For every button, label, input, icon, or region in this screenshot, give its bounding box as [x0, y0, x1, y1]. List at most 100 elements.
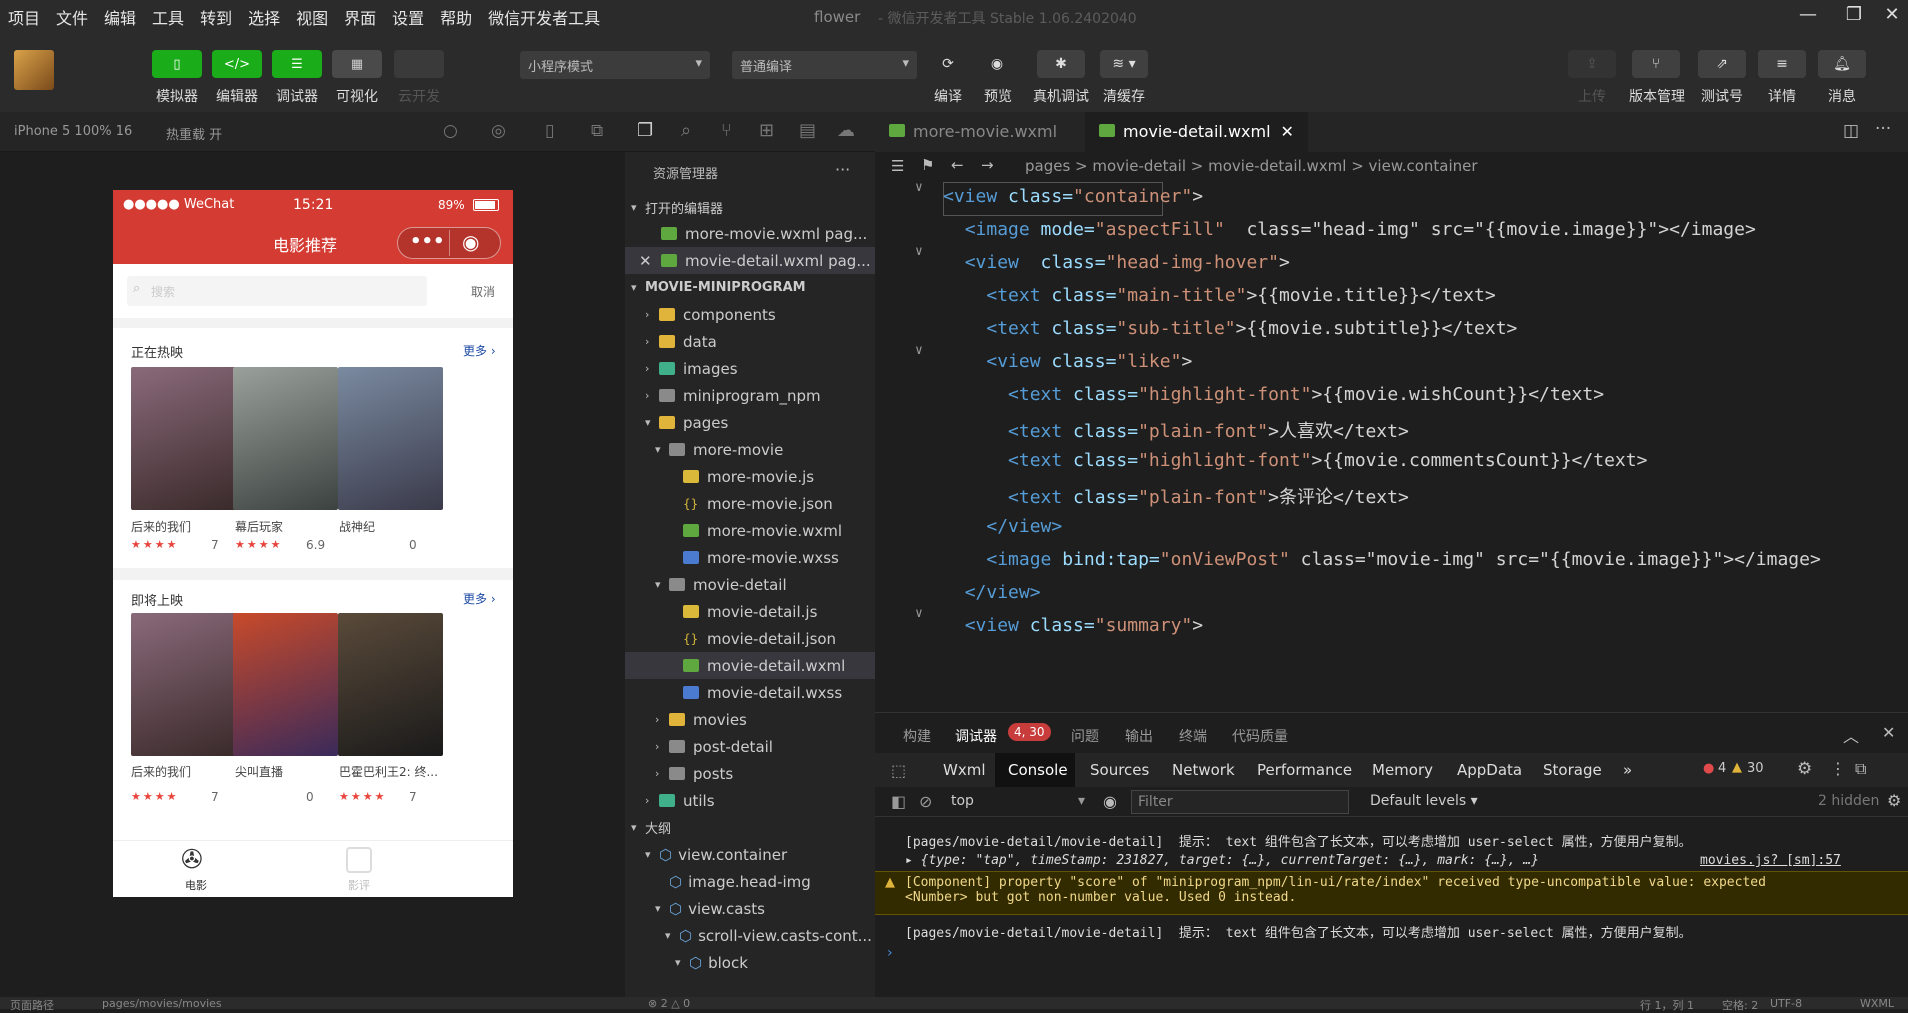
encoding[interactable]: UTF-8: [1770, 997, 1802, 1010]
tab-terminal[interactable]: 终端: [1179, 726, 1207, 746]
tab-problems[interactable]: 问题: [1071, 726, 1099, 746]
tree-folder[interactable]: › posts: [625, 760, 875, 787]
tab-movie-detail[interactable]: movie-detail.wxml ✕: [1085, 112, 1308, 152]
close-window-icon[interactable]: ✕: [1872, 4, 1908, 30]
code-line[interactable]: <image bind:tap="onViewPost" class="movi…: [943, 549, 1820, 570]
visual-button[interactable]: ▦: [332, 50, 382, 78]
tree-folder[interactable]: › post-detail: [625, 733, 875, 760]
mode-select[interactable]: 小程序模式 ▾: [520, 51, 710, 79]
forward-arrow-icon[interactable]: →: [981, 156, 994, 174]
fold-icon[interactable]: ∨: [915, 182, 923, 195]
panel-storage[interactable]: Storage: [1543, 761, 1602, 779]
restore-icon[interactable]: ❐: [1834, 4, 1874, 30]
page-path-value[interactable]: pages/movies/movies: [102, 997, 222, 1010]
simulator-button[interactable]: ▯: [152, 50, 202, 78]
tree-folder[interactable]: ▾ pages: [625, 409, 875, 436]
tree-file[interactable]: more-movie.wxss: [625, 544, 875, 571]
panel-network[interactable]: Network: [1172, 761, 1235, 779]
detail-button[interactable]: ≡: [1758, 50, 1806, 78]
source-link[interactable]: movies.js? [sm]:57: [1700, 853, 1841, 868]
search-icon[interactable]: ⌕: [681, 120, 691, 141]
movie-poster[interactable]: [233, 367, 338, 510]
reload-icon[interactable]: ○: [443, 121, 458, 141]
tab-more-movie[interactable]: more-movie.wxml: [875, 112, 1071, 152]
sidebar-toggle-icon[interactable]: ◧: [891, 792, 906, 811]
tree-folder[interactable]: › images: [625, 355, 875, 382]
code-line[interactable]: <text class="sub-title">{{movie.subtitle…: [943, 318, 1517, 339]
outline-item[interactable]: ▾ ⬡ scroll-view.casts-cont...: [625, 922, 875, 949]
inspect-icon[interactable]: ⬚: [891, 761, 906, 780]
fold-icon[interactable]: ∨: [915, 244, 923, 259]
console-object[interactable]: ▸ {type: "tap", timeStamp: 231827, targe…: [905, 853, 1539, 868]
compile-button[interactable]: ⟳: [924, 50, 972, 78]
panel-console[interactable]: Console: [1008, 761, 1068, 779]
tree-file[interactable]: {} more-movie.json: [625, 490, 875, 517]
eye-icon[interactable]: ◉: [1103, 792, 1117, 811]
debugger-button[interactable]: ☰: [272, 50, 322, 78]
problems-count[interactable]: ⊗ 2 △ 0: [648, 997, 690, 1010]
phone-frame-icon[interactable]: ▯: [545, 121, 554, 141]
movie-poster[interactable]: [131, 613, 236, 756]
code-line[interactable]: <text class="main-title">{{movie.title}}…: [943, 285, 1495, 306]
panel-performance[interactable]: Performance: [1257, 761, 1352, 779]
gear-icon[interactable]: ⚙: [1797, 759, 1812, 779]
breadcrumb-path[interactable]: pages > movie-detail > movie-detail.wxml…: [1025, 157, 1478, 175]
back-arrow-icon[interactable]: ←: [951, 156, 964, 174]
tree-file[interactable]: {} movie-detail.json: [625, 625, 875, 652]
outline-item[interactable]: ⬡ image.head-img: [625, 868, 875, 895]
panel-sources[interactable]: Sources: [1090, 761, 1149, 779]
menu-file[interactable]: 文件: [48, 5, 96, 29]
panel-memory[interactable]: Memory: [1372, 761, 1433, 779]
code-line[interactable]: <text class="plain-font">人喜欢</text>: [943, 417, 1409, 443]
list-icon[interactable]: ☰: [891, 157, 904, 175]
cloud-icon[interactable]: ☁: [837, 120, 855, 141]
avatar[interactable]: [14, 50, 54, 90]
code-line[interactable]: <view class="summary">: [943, 615, 1203, 636]
hot-reload-select[interactable]: 热重载 开: [166, 124, 222, 143]
menu-select[interactable]: 选择: [240, 5, 288, 29]
tree-folder[interactable]: › components: [625, 301, 875, 328]
fold-icon[interactable]: ∨: [915, 606, 923, 621]
menu-ui[interactable]: 界面: [336, 5, 384, 29]
clear-cache-button[interactable]: ≋ ▾: [1100, 50, 1148, 78]
panel-wxml[interactable]: Wxml: [943, 761, 986, 779]
tree-folder[interactable]: › data: [625, 328, 875, 355]
close-icon[interactable]: ✕: [639, 252, 661, 270]
outline-item[interactable]: ▾ ⬡ view.container: [625, 841, 875, 868]
files-icon[interactable]: ❐: [637, 120, 653, 141]
close-panel-icon[interactable]: ✕: [1882, 723, 1895, 742]
git-icon[interactable]: ⑂: [721, 120, 732, 141]
panel-appdata[interactable]: AppData: [1457, 761, 1522, 779]
more-actions-icon[interactable]: ···: [1875, 119, 1891, 139]
context-select[interactable]: top ▾: [951, 793, 1091, 809]
levels-select[interactable]: Default levels ▾: [1370, 793, 1478, 809]
close-target-icon[interactable]: ◉: [462, 230, 479, 254]
filter-input[interactable]: Filter: [1131, 790, 1349, 814]
capsule-menu[interactable]: ••• ◉: [397, 227, 501, 259]
menu-settings[interactable]: 设置: [384, 5, 432, 29]
real-debug-button[interactable]: ✱: [1037, 50, 1085, 78]
movie-poster[interactable]: [233, 613, 338, 756]
test-button[interactable]: ⇗: [1698, 50, 1746, 78]
menu-tools[interactable]: 工具: [144, 5, 192, 29]
editor-button[interactable]: </>: [212, 50, 262, 78]
code-line[interactable]: <text class="highlight-font">{{movie.com…: [943, 450, 1647, 471]
cancel-button[interactable]: 取消: [471, 283, 495, 300]
close-icon[interactable]: ✕: [1281, 122, 1294, 141]
extensions-icon[interactable]: ⊞: [759, 120, 774, 141]
menu-help[interactable]: 帮助: [432, 5, 480, 29]
cloud-button[interactable]: [394, 50, 444, 78]
bookmark-icon[interactable]: ⚑: [921, 156, 934, 174]
tree-folder[interactable]: › utils: [625, 787, 875, 814]
tree-folder[interactable]: › miniprogram_npm: [625, 382, 875, 409]
code-line[interactable]: <view class="container">: [943, 186, 1203, 207]
menu-project[interactable]: 项目: [0, 5, 48, 29]
menu-goto[interactable]: 转到: [192, 5, 240, 29]
outline-item[interactable]: ▾ ⬡ block: [625, 949, 875, 976]
stop-icon[interactable]: ◎: [491, 121, 506, 141]
device-select[interactable]: iPhone 5 100% 16: [14, 124, 132, 139]
more-dots-icon[interactable]: •••: [410, 231, 445, 252]
tree-file[interactable]: more-movie.wxml: [625, 517, 875, 544]
tab-movie[interactable]: 电影: [185, 877, 207, 893]
upload-button[interactable]: ⇪: [1568, 50, 1616, 78]
